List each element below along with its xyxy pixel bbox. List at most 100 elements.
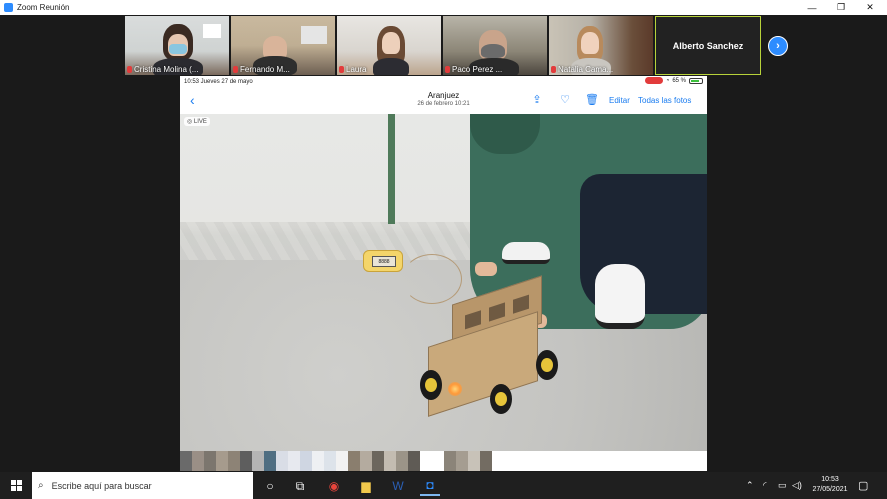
filmstrip-thumb[interactable] — [360, 451, 372, 471]
car-wheel — [420, 370, 442, 400]
share-icon[interactable]: ⇪ — [530, 93, 544, 107]
filmstrip-thumb[interactable] — [324, 451, 336, 471]
photo-view: ◎ LIVE 8888 — [180, 114, 707, 451]
minimize-button[interactable]: — — [797, 0, 827, 15]
heart-icon[interactable]: ♡ — [558, 93, 572, 107]
search-placeholder: Escribe aquí para buscar — [51, 480, 152, 491]
device-display: 8888 — [372, 256, 396, 267]
trash-icon[interactable]: 🗑 — [585, 93, 599, 107]
window-titlebar: Zoom Reunión — ❐ ✕ — [0, 0, 887, 15]
filmstrip-thumb[interactable] — [312, 451, 324, 471]
participant-name: Alberto Sanchez — [672, 40, 744, 51]
muted-mic-icon — [233, 66, 238, 73]
edit-button[interactable]: Editar — [609, 96, 630, 105]
live-badge: ◎ LIVE — [184, 117, 210, 126]
cortana-icon[interactable]: ○ — [260, 476, 280, 496]
hand-left — [475, 262, 497, 276]
wifi-icon: ◔ — [665, 77, 670, 84]
participant-tile[interactable]: Paco Perez ... — [443, 16, 547, 75]
maximize-button[interactable]: ❐ — [826, 0, 856, 15]
muted-mic-icon — [339, 66, 344, 73]
taskbar-search-box[interactable]: ⌕ Escribe aquí para buscar — [32, 472, 253, 499]
filmstrip-thumb[interactable] — [444, 451, 456, 471]
muted-mic-icon — [551, 66, 556, 73]
filmstrip-thumb[interactable] — [348, 451, 360, 471]
green-pole — [388, 114, 395, 224]
sneaker-right — [595, 264, 645, 329]
clock-date: 27/05/2021 — [812, 486, 848, 493]
recording-indicator — [644, 77, 663, 84]
next-page-button[interactable]: › — [768, 36, 788, 56]
zoom-taskbar-icon[interactable]: ◘ — [420, 476, 440, 496]
participant-tile[interactable]: Fernando M... — [231, 16, 335, 75]
filmstrip-thumb[interactable] — [228, 451, 240, 471]
participant-name: Laura — [346, 65, 367, 74]
live-badge-label: LIVE — [193, 119, 207, 125]
taskbar-clock[interactable]: 10:53 27/05/2021 — [800, 475, 860, 495]
ipad-status-time-date: 10:53 Jueves 27 de mayo — [184, 79, 253, 85]
filmstrip-thumb[interactable] — [180, 451, 192, 471]
chevron-right-icon: › — [776, 40, 780, 52]
muted-mic-icon — [445, 66, 450, 73]
car-window — [489, 302, 505, 322]
car-headlight — [448, 382, 462, 396]
filmstrip-thumb[interactable] — [468, 451, 480, 471]
start-button[interactable] — [0, 472, 32, 499]
filmstrip-thumb[interactable] — [420, 451, 432, 471]
participant-tile-name-only[interactable]: Alberto Sanchez — [655, 16, 761, 75]
filmstrip-thumb[interactable] — [336, 451, 348, 471]
participant-tile[interactable]: Cristina Molina (... — [125, 16, 229, 75]
window-title: Zoom Reunión — [17, 3, 70, 12]
filmstrip-thumb[interactable] — [288, 451, 300, 471]
filmstrip-thumb[interactable] — [384, 451, 396, 471]
battery-icon — [689, 77, 703, 84]
participant-tile[interactable]: Natalia Cama... — [549, 16, 653, 75]
task-view-icon[interactable]: ⧉ — [290, 476, 310, 496]
participant-name: Natalia Cama... — [558, 65, 614, 74]
participant-name: Paco Perez ... — [452, 65, 503, 74]
filmstrip-thumb[interactable] — [264, 451, 276, 471]
search-icon: ⌕ — [38, 480, 44, 491]
participant-name: Fernando M... — [240, 65, 290, 74]
network-icon[interactable]: ◜ — [763, 472, 767, 499]
photos-nav-bar: ‹ Aranjuez 26 de febrero 10:21 ⇪ ♡ 🗑 Edi… — [180, 88, 707, 114]
filmstrip-thumb[interactable] — [396, 451, 408, 471]
sensor-device: 8888 — [363, 250, 403, 272]
filmstrip-thumb[interactable] — [300, 451, 312, 471]
windows-logo-icon — [10, 480, 22, 491]
filmstrip-thumb[interactable] — [204, 451, 216, 471]
cable — [402, 254, 462, 304]
filmstrip-thumb[interactable] — [456, 451, 468, 471]
file-explorer-icon[interactable]: ▆ — [356, 476, 376, 496]
filmstrip-thumb[interactable] — [240, 451, 252, 471]
clock-time: 10:53 — [821, 476, 839, 483]
car-wheel — [490, 384, 512, 414]
participant-name: Cristina Molina (... — [134, 65, 199, 74]
filmstrip-thumb[interactable] — [276, 451, 288, 471]
all-photos-button[interactable]: Todas las fotos — [638, 96, 691, 105]
notifications-icon[interactable]: ▢ — [858, 472, 868, 499]
sneaker-left — [502, 242, 550, 264]
filmstrip-thumb[interactable] — [372, 451, 384, 471]
filmstrip-thumb[interactable] — [252, 451, 264, 471]
filmstrip-thumb[interactable] — [432, 451, 444, 471]
muted-mic-icon — [127, 66, 132, 73]
participant-strip: Cristina Molina (... Fernando M... Laura… — [125, 16, 761, 76]
filmstrip-thumb[interactable] — [216, 451, 228, 471]
filmstrip-thumb[interactable] — [192, 451, 204, 471]
chrome-icon[interactable]: ◉ — [324, 476, 344, 496]
photo-filmstrip[interactable] — [180, 451, 707, 471]
ipad-status-bar: 10:53 Jueves 27 de mayo ◔ 65 % — [180, 76, 707, 88]
windows-taskbar: ⌕ Escribe aquí para buscar ○ ⧉ ◉ ▆ W ◘ ⌃… — [0, 472, 887, 499]
battery-tray-icon[interactable]: ▭ — [778, 472, 787, 499]
participant-tile[interactable]: Laura — [337, 16, 441, 75]
filmstrip-thumb[interactable] — [480, 451, 492, 471]
close-button[interactable]: ✕ — [855, 0, 885, 15]
zoom-app-icon — [4, 3, 13, 12]
word-icon[interactable]: W — [388, 476, 408, 496]
car-window — [513, 294, 529, 314]
battery-percent: 65 % — [672, 77, 686, 84]
car-window — [465, 310, 481, 330]
filmstrip-thumb[interactable] — [408, 451, 420, 471]
show-hidden-icons-icon[interactable]: ⌃ — [746, 472, 754, 499]
